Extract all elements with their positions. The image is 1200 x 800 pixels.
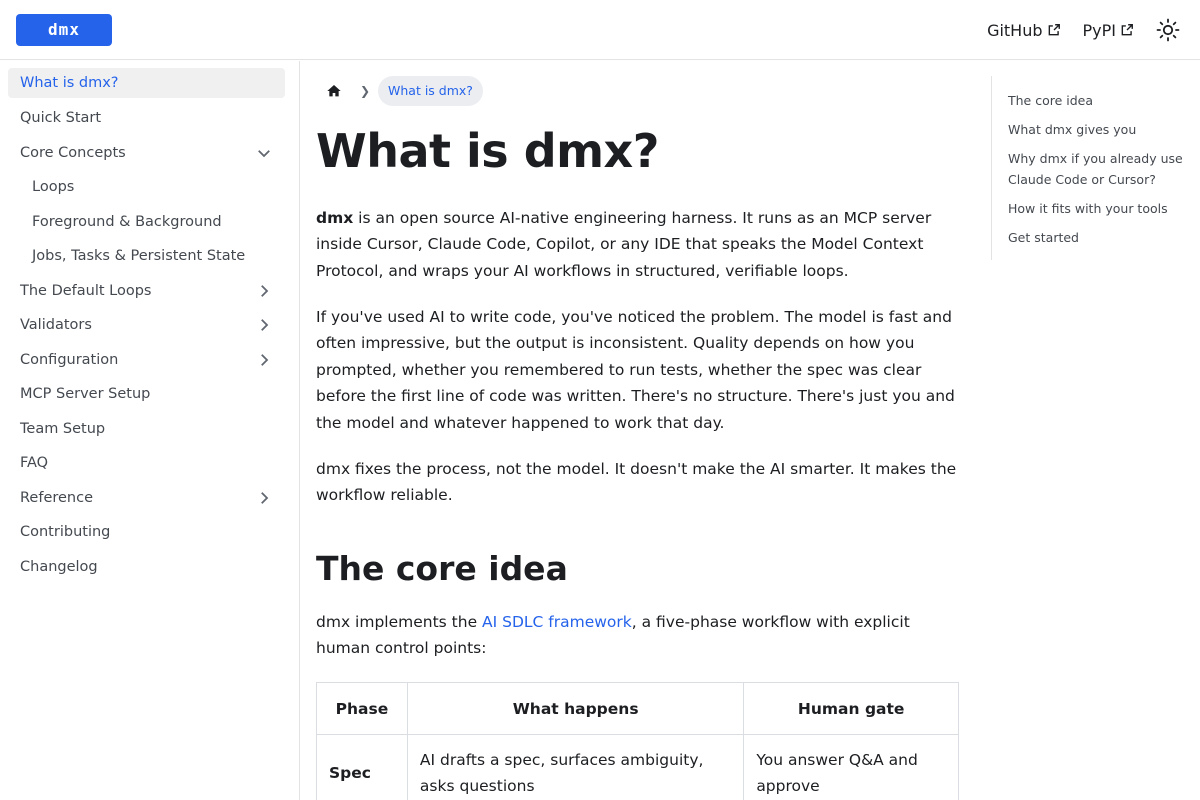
sidebar-item-label: Reference: [20, 489, 94, 506]
core-text-before: dmx implements the: [316, 613, 483, 631]
home-icon[interactable]: [316, 76, 352, 106]
sidebar-item-what-is-dmx[interactable]: What is dmx?: [8, 68, 285, 98]
chevron-right-icon[interactable]: [255, 282, 273, 300]
github-link-label: GitHub: [987, 20, 1043, 40]
sidebar-nav: What is dmx? Quick Start Core Concepts L…: [0, 61, 300, 800]
top-navbar: dmx GitHub PyPI: [0, 0, 1200, 60]
sidebar-item-label: Team Setup: [20, 420, 106, 437]
sidebar-item-quick-start[interactable]: Quick Start: [8, 101, 285, 136]
sidebar-item-configuration[interactable]: Configuration: [8, 343, 285, 378]
pypi-link[interactable]: PyPI: [1083, 21, 1134, 40]
intro-paragraph: dmx is an open source AI-native engineer…: [316, 205, 959, 284]
sidebar-item-mcp-server-setup[interactable]: MCP Server Setup: [8, 377, 285, 412]
sidebar-item-foreground-background[interactable]: Foreground & Background: [8, 205, 285, 240]
phases-table: Phase What happens Human gate Spec AI dr…: [316, 682, 959, 800]
chevron-right-icon[interactable]: [255, 351, 273, 369]
sidebar-item-jobs-tasks[interactable]: Jobs, Tasks & Persistent State: [8, 239, 285, 274]
sidebar-item-changelog[interactable]: Changelog: [8, 550, 285, 585]
sidebar-item-reference[interactable]: Reference: [8, 481, 285, 516]
sidebar-item-faq[interactable]: FAQ: [8, 446, 285, 481]
github-link[interactable]: GitHub: [987, 21, 1060, 40]
table-cell-what-happens: AI drafts a spec, surfaces ambiguity, as…: [406, 734, 745, 800]
sidebar-item-label: The Default Loops: [20, 282, 152, 299]
table-header-what-happens: What happens: [406, 682, 745, 735]
toc-item-what-dmx-gives-you[interactable]: What dmx gives you: [1008, 119, 1191, 140]
table-header-phase: Phase: [316, 682, 408, 735]
toc-item-get-started[interactable]: Get started: [1008, 227, 1191, 248]
sidebar-item-label: Jobs, Tasks & Persistent State: [32, 248, 246, 265]
sidebar-item-loops[interactable]: Loops: [8, 170, 285, 205]
table-of-contents: The core idea What dmx gives you Why dmx…: [991, 76, 1191, 260]
breadcrumb-separator: ❯: [359, 84, 371, 98]
chevron-down-icon[interactable]: [255, 144, 273, 162]
breadcrumb: ❯ What is dmx?: [316, 76, 483, 106]
sidebar-item-label: Loops: [32, 179, 75, 196]
sidebar-item-team-setup[interactable]: Team Setup: [8, 412, 285, 447]
toc-item-why-dmx[interactable]: Why dmx if you already use Claude Code o…: [1008, 148, 1191, 190]
ai-sdlc-framework-link[interactable]: AI SDLC framework: [482, 613, 632, 631]
table-row: Spec AI drafts a spec, surfaces ambiguit…: [316, 734, 959, 800]
sun-icon[interactable]: [1156, 18, 1180, 42]
toc-item-core-idea[interactable]: The core idea: [1008, 90, 1191, 111]
section-title-core-idea: The core idea: [316, 549, 568, 588]
pypi-link-label: PyPI: [1082, 20, 1116, 40]
sidebar-item-label: Configuration: [20, 351, 119, 368]
sidebar-item-label: Core Concepts: [20, 144, 126, 161]
sidebar-item-label: MCP Server Setup: [20, 386, 151, 403]
sidebar-item-label: Quick Start: [20, 110, 102, 127]
external-link-icon: [1121, 24, 1133, 36]
intro-text: is an open source AI-native engineering …: [316, 209, 932, 280]
table-header-row: Phase What happens Human gate: [316, 682, 959, 735]
page-title: What is dmx?: [316, 124, 659, 178]
navbar-right: GitHub PyPI: [987, 16, 1180, 44]
sidebar-item-default-loops[interactable]: The Default Loops: [8, 274, 285, 309]
table-cell-phase: Spec: [316, 734, 408, 800]
sidebar-item-contributing[interactable]: Contributing: [8, 515, 285, 550]
problem-paragraph: If you've used AI to write code, you've …: [316, 308, 955, 432]
sidebar-item-label: Validators: [20, 317, 92, 334]
sidebar-item-label: Changelog: [20, 558, 98, 575]
sidebar-item-label: Foreground & Background: [32, 213, 222, 230]
breadcrumb-current: What is dmx?: [378, 76, 483, 106]
chevron-right-icon[interactable]: [255, 489, 273, 507]
chevron-right-icon[interactable]: [255, 316, 273, 334]
brand-logo-button[interactable]: dmx: [16, 14, 112, 46]
core-idea-paragraph: dmx implements the AI SDLC framework, a …: [316, 609, 959, 662]
intro-bold: dmx: [316, 209, 354, 227]
table-header-human-gate: Human gate: [743, 682, 959, 735]
sidebar-item-label: Contributing: [20, 524, 111, 541]
sidebar-item-validators[interactable]: Validators: [8, 308, 285, 343]
external-link-icon: [1048, 24, 1060, 36]
sidebar-item-label: What is dmx?: [20, 75, 119, 91]
sidebar-item-core-concepts[interactable]: Core Concepts: [8, 136, 285, 171]
fix-paragraph: dmx fixes the process, not the model. It…: [316, 460, 957, 505]
sidebar-item-label: FAQ: [20, 455, 49, 472]
table-cell-human-gate: You answer Q&A and approve: [743, 734, 959, 800]
toc-item-how-it-fits[interactable]: How it fits with your tools: [1008, 198, 1191, 219]
